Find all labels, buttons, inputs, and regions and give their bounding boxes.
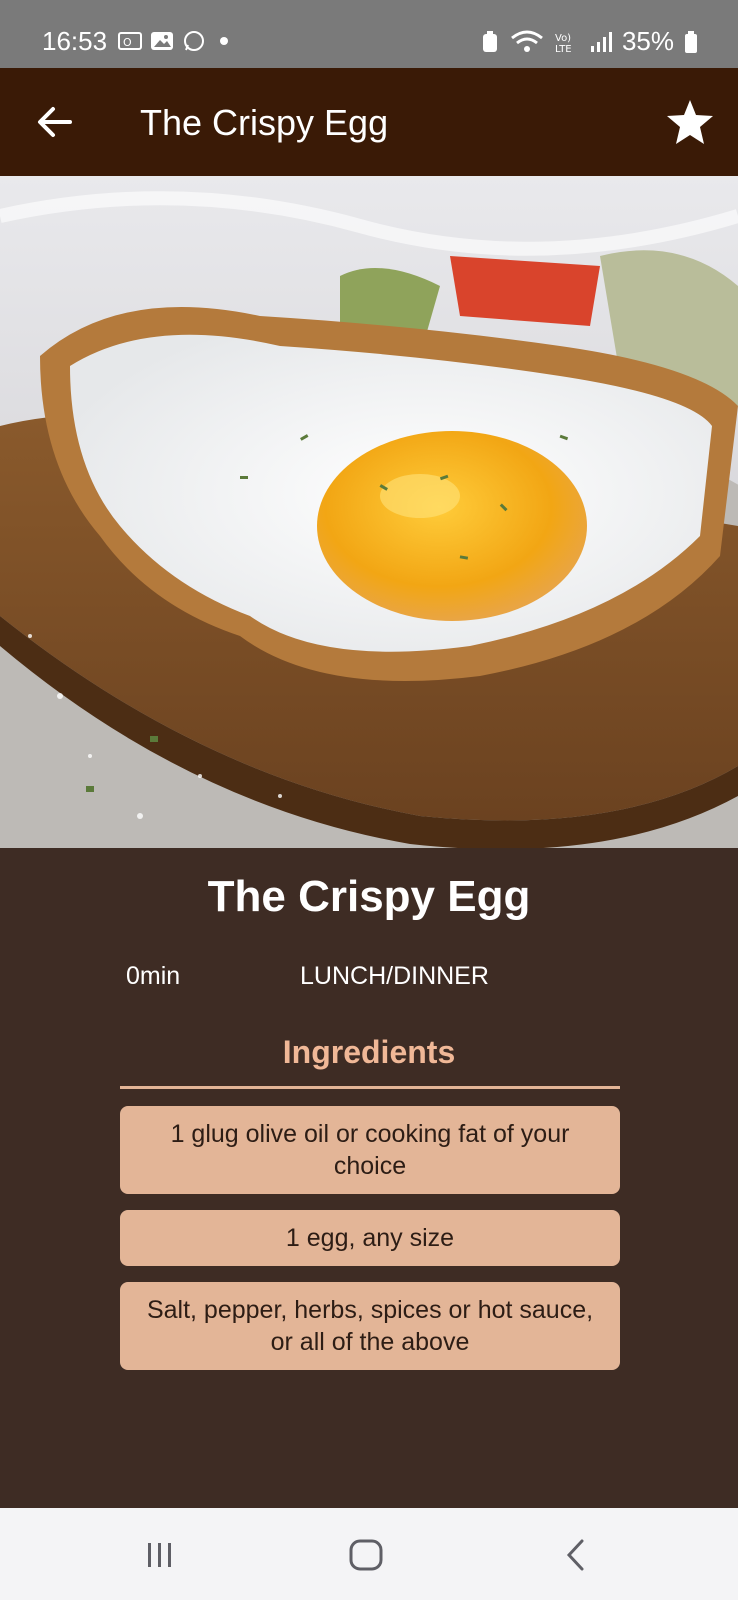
whatsapp-icon bbox=[184, 31, 204, 51]
chevron-left-icon bbox=[566, 1539, 584, 1571]
signal-icon bbox=[590, 31, 612, 52]
ingredient-item: Salt, pepper, herbs, spices or hot sauce… bbox=[120, 1282, 620, 1370]
svg-text:LTE: LTE bbox=[555, 44, 572, 54]
more-notifications-dot bbox=[220, 37, 228, 45]
ingredient-item: 1 glug olive oil or cooking fat of your … bbox=[120, 1106, 620, 1194]
ingredient-item: 1 egg, any size bbox=[120, 1210, 620, 1266]
wifi-icon bbox=[511, 30, 543, 52]
battery-percent: 35% bbox=[621, 26, 674, 56]
gallery-icon bbox=[151, 32, 173, 50]
back-nav-button[interactable] bbox=[546, 1530, 606, 1580]
ingredients-heading: Ingredients bbox=[282, 1034, 456, 1070]
status-time: 16:53 bbox=[42, 26, 108, 56]
recent-apps-button[interactable] bbox=[130, 1530, 190, 1580]
status-right: Vo) LTE 35% bbox=[480, 26, 698, 57]
recipe-category: LUNCH/DINNER bbox=[300, 962, 489, 990]
favorite-button[interactable] bbox=[664, 96, 716, 148]
notification-icons: O bbox=[118, 30, 228, 52]
recipe-details: The Crispy Egg 0min LUNCH/DINNER Ingredi… bbox=[0, 848, 738, 1508]
recipe-image bbox=[0, 176, 738, 848]
recent-apps-icon bbox=[148, 1543, 171, 1567]
volte-icon: Vo)LTE bbox=[555, 33, 572, 54]
app-bar-title: The Crispy Egg bbox=[140, 102, 389, 143]
outlook-icon: O bbox=[118, 32, 142, 50]
svg-text:Vo): Vo) bbox=[555, 33, 571, 44]
ingredients-list: 1 glug olive oil or cooking fat of your … bbox=[120, 1106, 620, 1386]
status-bar: 16:53 O Vo) LTE 35% bbox=[0, 0, 738, 68]
recipe-title: The Crispy Egg bbox=[207, 872, 531, 921]
cook-time: 0min bbox=[126, 962, 181, 990]
back-button[interactable] bbox=[30, 98, 78, 146]
battery-saver-icon bbox=[482, 30, 497, 52]
home-icon bbox=[349, 1539, 383, 1571]
app-bar: The Crispy Egg bbox=[0, 68, 738, 176]
ingredients-divider bbox=[120, 1086, 620, 1089]
home-button[interactable] bbox=[336, 1530, 396, 1580]
svg-text:O: O bbox=[123, 36, 132, 49]
system-nav-bar bbox=[0, 1508, 738, 1600]
battery-icon bbox=[685, 30, 697, 53]
arrow-back-icon bbox=[38, 107, 72, 137]
star-icon bbox=[667, 100, 713, 144]
